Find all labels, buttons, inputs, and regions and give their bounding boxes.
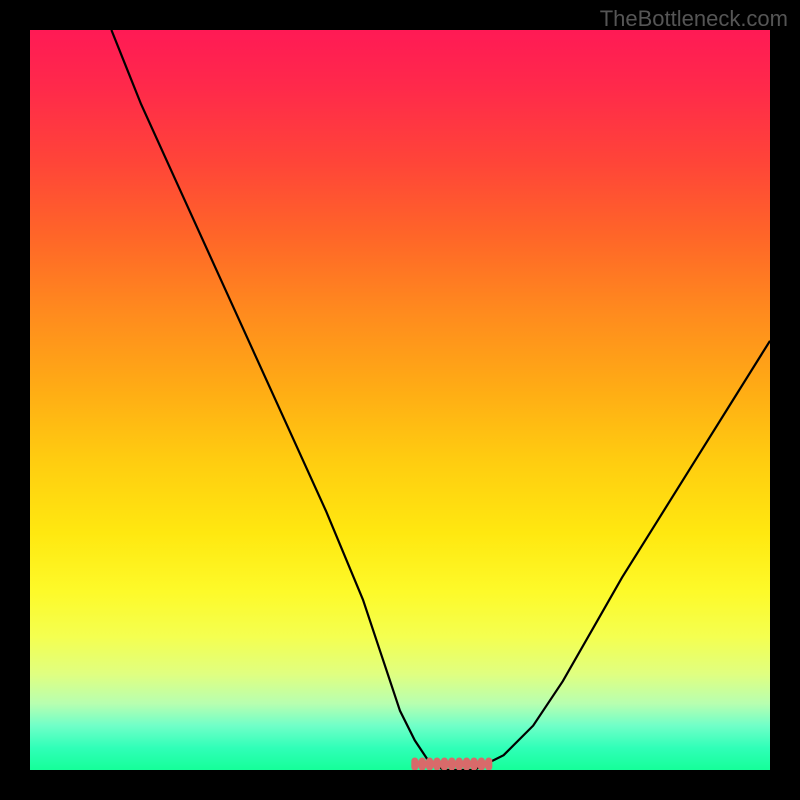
bottleneck-curve-line xyxy=(111,30,770,770)
optimal-range-marker xyxy=(415,761,489,767)
attribution-label: TheBottleneck.com xyxy=(600,6,788,32)
chart-plot-area xyxy=(30,30,770,770)
chart-svg xyxy=(30,30,770,770)
